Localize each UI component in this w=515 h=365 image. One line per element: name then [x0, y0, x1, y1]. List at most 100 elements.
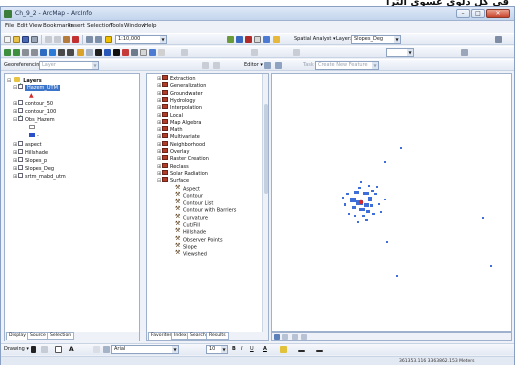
paste-icon[interactable] — [63, 36, 70, 43]
find-icon[interactable] — [113, 49, 120, 56]
undo-icon[interactable] — [86, 36, 93, 43]
font-color-button[interactable]: A — [263, 346, 267, 352]
layer-visibility-checkbox[interactable] — [18, 173, 23, 178]
maximize-button[interactable]: □ — [471, 9, 485, 18]
tab-source[interactable]: Source — [27, 332, 49, 340]
minimize-button[interactable]: – — [456, 9, 470, 18]
layer-name[interactable]: Hillshade — [25, 150, 48, 156]
menu-selection[interactable]: Selection — [87, 23, 112, 29]
layer-visibility-checkbox[interactable] — [18, 114, 23, 121]
editor-toolbar-icon[interactable] — [227, 36, 234, 43]
add-data-icon[interactable] — [105, 36, 112, 43]
forward-icon[interactable] — [67, 49, 74, 56]
tab-selection[interactable]: Selection — [47, 332, 75, 340]
clear-selection-icon[interactable] — [86, 49, 93, 56]
command-line-icon[interactable] — [254, 36, 261, 43]
text-tool-button[interactable]: A — [69, 346, 74, 353]
copy-icon[interactable] — [54, 36, 61, 43]
select-features-icon[interactable] — [77, 49, 84, 56]
layer-visibility-checkbox[interactable] — [18, 82, 23, 89]
tool-observer-points[interactable]: ⚒ Observer Points — [175, 235, 223, 244]
layer-name[interactable]: Obs_Hazem — [25, 117, 55, 123]
hyperlink-icon[interactable] — [140, 49, 147, 56]
time-slider-icon[interactable] — [158, 49, 165, 56]
layer-combo[interactable]: Slopes_Deg ▼ — [351, 35, 401, 44]
tab-display[interactable]: Display — [6, 332, 29, 340]
layer-visibility-checkbox[interactable] — [18, 165, 23, 170]
layer-visibility-checkbox[interactable] — [18, 141, 23, 146]
layer-name[interactable]: srtm_mabd_utm — [25, 174, 66, 180]
tool-viewshed[interactable]: ⚒ Viewshed — [175, 250, 207, 258]
fill-color-icon[interactable] — [280, 346, 287, 353]
layer-name[interactable]: Slopes_p — [25, 158, 47, 164]
pan-icon[interactable] — [40, 49, 47, 56]
measure-icon[interactable] — [131, 49, 138, 56]
view-link-table-icon[interactable] — [213, 62, 220, 69]
toc-root-layers[interactable]: ⊟ Layers — [7, 77, 42, 84]
layer-name[interactable]: Slopes_Deg — [25, 166, 54, 172]
chevron-down-icon[interactable]: ▼ — [92, 62, 98, 69]
chevron-down-icon[interactable]: ▼ — [221, 346, 227, 353]
marker-color-icon[interactable] — [316, 350, 323, 352]
catalog-icon[interactable] — [263, 36, 270, 43]
arctoolbox-icon[interactable] — [245, 36, 252, 43]
menu-view[interactable]: View — [29, 23, 42, 29]
toolset-surface[interactable]: ⊟ Surface — [157, 177, 189, 185]
toc-layer-obs-hazem[interactable]: ⊟Obs_Hazem — [13, 114, 55, 124]
add-control-points-icon[interactable] — [202, 62, 209, 69]
fixed-zoom-in-icon[interactable] — [22, 49, 29, 56]
identify-icon[interactable] — [104, 49, 111, 56]
toc-layer-aspect[interactable]: ⊞ aspect — [13, 141, 42, 149]
layer-visibility-checkbox[interactable] — [18, 149, 23, 154]
chevron-down-icon[interactable]: ▼ — [394, 36, 400, 43]
chevron-down-icon[interactable]: ▼ — [407, 49, 413, 56]
observer-point-marker[interactable] — [358, 199, 364, 205]
fixed-zoom-out-icon[interactable] — [31, 49, 38, 56]
zoom-out-icon[interactable] — [13, 49, 20, 56]
sketch-tool-icon[interactable] — [275, 62, 282, 69]
open-folder-icon[interactable] — [13, 36, 20, 43]
close-button[interactable]: ✕ — [486, 9, 510, 18]
select-elements-icon[interactable] — [95, 49, 102, 56]
scrollbar-thumb[interactable] — [264, 104, 268, 194]
layout-tool-icon[interactable] — [251, 49, 258, 56]
help-whats-this-icon[interactable] — [273, 36, 280, 43]
layout-tool-icon[interactable] — [181, 49, 188, 56]
go-to-xy-icon[interactable] — [122, 49, 129, 56]
save-icon[interactable] — [22, 36, 29, 43]
tab-results[interactable]: Results — [206, 332, 229, 340]
rotate-icon[interactable] — [41, 346, 48, 353]
rectangle-icon[interactable] — [55, 346, 62, 353]
collapse-icon[interactable]: ⊟ — [7, 78, 12, 85]
layer-visibility-checkbox[interactable] — [18, 157, 23, 162]
drawing-menu[interactable]: Drawing ▾ — [4, 346, 29, 352]
table-of-contents-icon[interactable] — [236, 36, 243, 43]
tool-contour-with-barriers[interactable]: ⚒ Contour with Barriers — [175, 206, 236, 214]
toc-layer-slopes-deg[interactable]: ⊞ Slopes_Deg — [13, 165, 54, 173]
redo-icon[interactable] — [95, 36, 102, 43]
line-color-icon[interactable] — [298, 350, 305, 352]
toolset-local[interactable]: ⊞ Local — [157, 111, 183, 120]
new-document-icon[interactable] — [4, 36, 11, 43]
layer-name[interactable]: Hazem_UTM — [25, 85, 60, 91]
callout-icon[interactable] — [93, 346, 100, 353]
toolset-math[interactable]: ⊞ Math — [157, 126, 183, 134]
toc-layer-hazem-utm[interactable]: ⊟Hazem_UTM — [13, 82, 60, 92]
html-popup-icon[interactable] — [149, 49, 156, 56]
spatial-analyst-menu[interactable]: Spatial Analyst ▾ — [294, 36, 335, 42]
chevron-down-icon[interactable]: ▼ — [372, 62, 378, 69]
toc-layer-srtm[interactable]: ⊞ srtm_mabd_utm — [13, 173, 66, 181]
layer-visibility-checkbox[interactable] — [18, 108, 23, 113]
layer-name[interactable]: aspect — [25, 142, 42, 148]
zoom-in-icon[interactable] — [4, 49, 11, 56]
editor-menu[interactable]: Editor ▾ — [244, 62, 263, 68]
toc-layer-contour-50[interactable]: ⊞ contour_50 — [13, 100, 53, 108]
print-icon[interactable] — [31, 36, 38, 43]
menu-insert[interactable]: Insert — [69, 23, 85, 29]
delete-icon[interactable] — [72, 36, 79, 43]
font-icon[interactable] — [103, 346, 110, 353]
map-display[interactable] — [271, 73, 512, 332]
histogram-icon[interactable] — [495, 36, 502, 43]
chevron-down-icon[interactable]: ▼ — [172, 346, 178, 353]
menu-tools[interactable]: Tools — [110, 23, 124, 29]
